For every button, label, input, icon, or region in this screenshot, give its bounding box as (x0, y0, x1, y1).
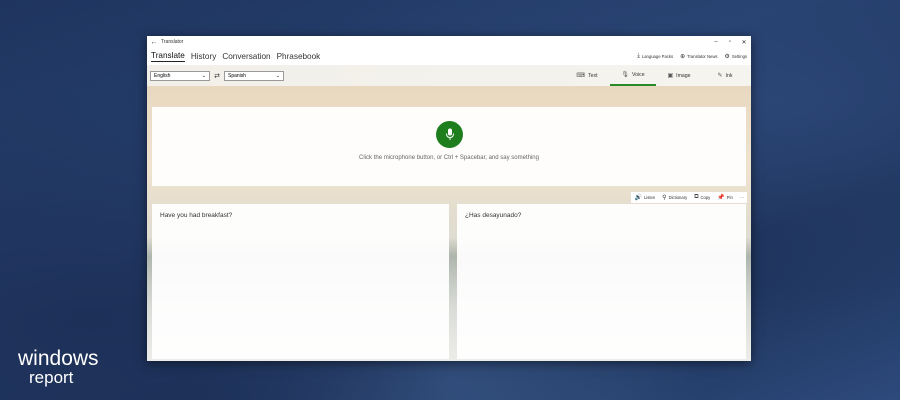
microphone-button[interactable] (436, 121, 463, 148)
mode-voice[interactable]: 🎙 Voice (610, 65, 656, 86)
search-icon: ⚲ (662, 195, 667, 201)
pin-icon: 📌 (717, 195, 725, 201)
voice-prompt: Click the microphone button, or Ctrl + S… (359, 155, 539, 161)
gear-icon: ⚙ (724, 54, 730, 60)
voice-input-panel: Click the microphone button, or Ctrl + S… (152, 107, 746, 186)
settings-label: Settings (731, 54, 747, 59)
dictionary-label: Dictionary (668, 195, 688, 200)
translator-news-link[interactable]: ⊕ Translator News (680, 53, 717, 60)
copy-icon: ⧉ (694, 194, 699, 200)
language-packs-link[interactable]: ⤓ Language Packs (637, 53, 673, 60)
settings-link[interactable]: ⚙ Settings (724, 53, 747, 60)
listen-button[interactable]: 🔊 Listen (634, 194, 655, 201)
source-language-select[interactable]: English ⌄ (150, 70, 210, 81)
source-text-panel[interactable]: Have you had breakfast? (152, 204, 449, 359)
mode-image-label: Image (676, 72, 691, 79)
input-mode-tabs: ⌨ Text 🎙 Voice ▣ Image ✎ Ink (564, 65, 748, 86)
mode-text-label: Text (588, 72, 598, 79)
copy-button[interactable]: ⧉ Copy (694, 194, 710, 201)
pin-button[interactable]: 📌 Pin (717, 194, 733, 201)
source-text: Have you had breakfast? (160, 212, 233, 219)
chevron-down-icon: ⌄ (275, 72, 280, 79)
target-language-select[interactable]: Spanish ⌄ (224, 70, 284, 81)
swap-languages-icon[interactable]: ⇄ (212, 72, 222, 80)
mode-image[interactable]: ▣ Image (656, 65, 702, 86)
speaker-icon: 🔊 (634, 195, 642, 201)
nav-right-links: ⤓ Language Packs ⊕ Translator News ⚙ Set… (630, 53, 747, 60)
language-bar: English ⌄ ⇄ Spanish ⌄ ⌨ Text 🎙 Voice ▣ I… (147, 65, 751, 86)
close-icon[interactable]: ✕ (737, 39, 751, 46)
translation-action-bar: 🔊 Listen ⚲ Dictionary ⧉ Copy 📌 Pin ··· (631, 192, 747, 203)
translator-window: ← Translator – ▫ ✕ Translate History Con… (147, 36, 751, 361)
translator-news-label: Translator News (687, 54, 718, 59)
logo-line-1: windows (18, 347, 99, 370)
mode-voice-label: Voice (631, 71, 645, 78)
windows-report-logo: windows report (18, 348, 99, 386)
globe-icon: ⊕ (680, 54, 686, 60)
more-options-icon[interactable]: ··· (740, 195, 744, 200)
target-language-value: Spanish (228, 72, 247, 79)
chevron-down-icon: ⌄ (201, 72, 206, 79)
minimize-icon[interactable]: – (709, 39, 723, 45)
translate-content: Click the microphone button, or Ctrl + S… (147, 86, 751, 361)
keyboard-icon: ⌨ (576, 73, 586, 79)
pin-label: Pin (726, 195, 733, 200)
translated-text: ¿Has desayunado? (465, 212, 522, 219)
maximize-icon[interactable]: ▫ (723, 39, 737, 45)
pen-icon: ✎ (717, 73, 723, 79)
tab-phrasebook[interactable]: Phrasebook (277, 52, 321, 62)
mode-ink[interactable]: ✎ Ink (702, 65, 748, 86)
back-arrow-icon[interactable]: ← (147, 39, 161, 46)
mode-ink-label: Ink (725, 72, 733, 79)
listen-label: Listen (643, 195, 656, 200)
nav-bar: Translate History Conversation Phraseboo… (147, 48, 751, 65)
source-language-value: English (154, 72, 171, 79)
logo-line-2: report (29, 368, 74, 387)
image-icon: ▣ (667, 73, 674, 79)
copy-label: Copy (700, 195, 711, 200)
tab-conversation[interactable]: Conversation (222, 52, 270, 62)
window-title: Translator (161, 39, 184, 45)
download-icon: ⤓ (637, 53, 640, 59)
language-packs-label: Language Packs (641, 54, 674, 59)
tab-translate[interactable]: Translate (151, 51, 185, 62)
title-bar: ← Translator – ▫ ✕ (147, 36, 751, 48)
microphone-icon (445, 128, 454, 140)
translated-text-panel: ¿Has desayunado? (457, 204, 746, 359)
mode-text[interactable]: ⌨ Text (564, 65, 610, 86)
microphone-icon: 🎙 (621, 72, 629, 78)
dictionary-button[interactable]: ⚲ Dictionary (662, 194, 687, 201)
tab-history[interactable]: History (191, 52, 216, 62)
